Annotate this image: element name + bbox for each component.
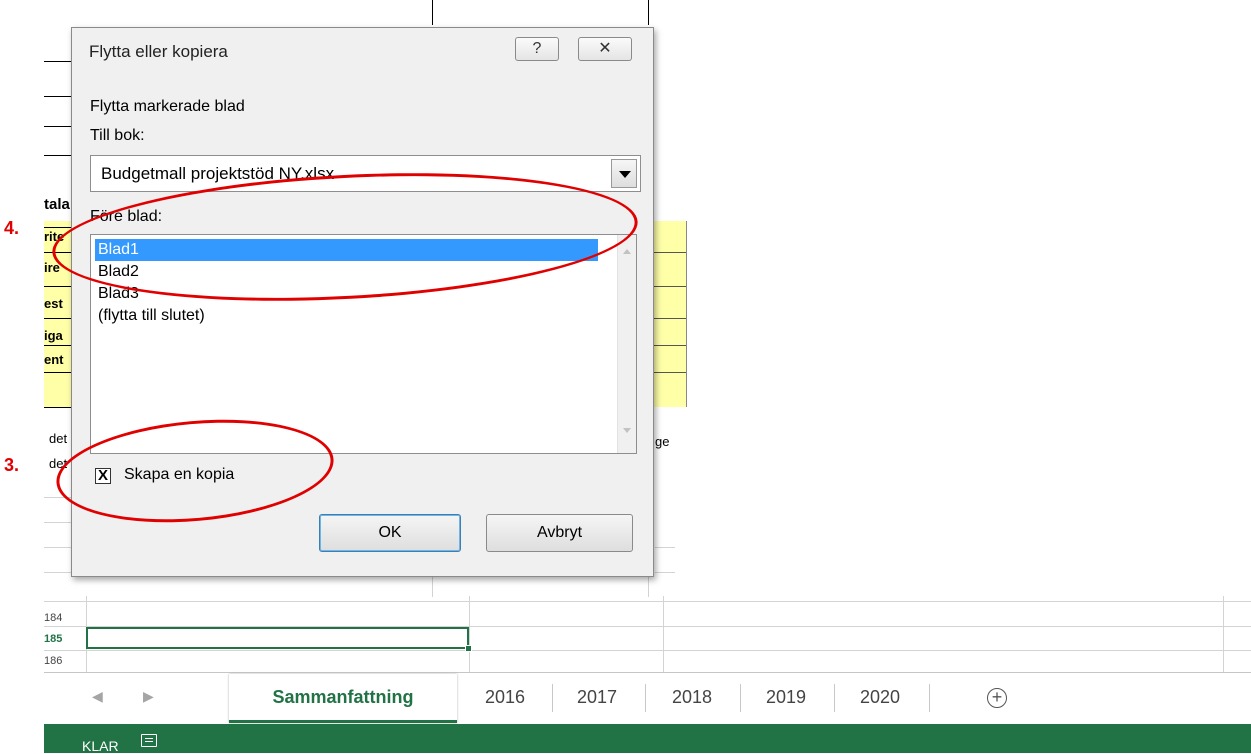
chevron-down-icon[interactable] bbox=[611, 159, 637, 188]
dialog-heading: Flytta markerade blad bbox=[90, 98, 245, 115]
step-4-annotation: 4. bbox=[4, 218, 20, 238]
cell-border bbox=[686, 221, 687, 407]
help-icon: ? bbox=[532, 40, 542, 57]
cell-border bbox=[654, 286, 686, 287]
tab-scroll-right-icon[interactable]: ▶ bbox=[143, 688, 154, 705]
gridline bbox=[469, 596, 470, 672]
sheet-tab-2018[interactable]: 2018 bbox=[646, 674, 738, 720]
cell-border bbox=[44, 61, 71, 62]
scroll-down-icon[interactable] bbox=[623, 428, 631, 433]
gridline bbox=[44, 601, 1251, 602]
help-button[interactable]: ? bbox=[515, 37, 559, 61]
row-header-active[interactable]: 185 bbox=[44, 633, 86, 645]
status-bar: KLAR bbox=[44, 724, 1251, 754]
gridline bbox=[44, 650, 1251, 651]
list-item-move-to-end[interactable]: (flytta till slutet) bbox=[95, 305, 598, 327]
cell-border bbox=[44, 372, 71, 373]
gridline bbox=[1223, 596, 1224, 672]
cancel-button[interactable]: Avbryt bbox=[486, 514, 633, 552]
gridline bbox=[432, 577, 433, 597]
dialog-title: Flytta eller kopiera bbox=[89, 42, 228, 61]
step-3-annotation: 3. bbox=[4, 455, 20, 475]
cell-border bbox=[654, 252, 686, 253]
sheet-heading-fragment: tala bbox=[44, 196, 70, 213]
gridline bbox=[655, 547, 675, 548]
cell-border bbox=[432, 0, 433, 25]
cell-border bbox=[654, 372, 686, 373]
to-book-label: Till bok: bbox=[90, 127, 145, 144]
cell-border bbox=[44, 96, 71, 97]
close-button[interactable]: ✕ bbox=[578, 37, 632, 61]
status-mode: KLAR bbox=[82, 738, 119, 754]
active-cell[interactable] bbox=[86, 627, 469, 649]
sheet-note-fragment: ge bbox=[655, 434, 670, 449]
tab-scroll-left-icon[interactable]: ◀ bbox=[92, 688, 103, 705]
gridline bbox=[663, 596, 664, 672]
scroll-up-icon[interactable] bbox=[623, 249, 631, 254]
sheet-tab-2019[interactable]: 2019 bbox=[741, 674, 831, 720]
add-sheet-icon[interactable]: + bbox=[987, 688, 1007, 708]
sheet-row-fragment: est bbox=[44, 296, 63, 311]
cell-border bbox=[654, 318, 686, 319]
cell-border bbox=[44, 126, 71, 127]
gridline bbox=[44, 572, 71, 573]
sheet-tab-2017[interactable]: 2017 bbox=[553, 674, 641, 720]
row-header[interactable]: 186 bbox=[44, 655, 86, 667]
cell-border bbox=[44, 286, 71, 287]
sheet-row-fragment: iga bbox=[44, 328, 63, 343]
gridline bbox=[655, 572, 675, 573]
macro-record-icon[interactable] bbox=[141, 734, 157, 747]
close-icon: ✕ bbox=[598, 40, 612, 57]
sheet-tab-sammanfattning[interactable]: Sammanfattning bbox=[229, 674, 457, 723]
fill-handle[interactable] bbox=[465, 645, 472, 652]
sheet-tab-2016[interactable]: 2016 bbox=[461, 674, 549, 720]
cell-border bbox=[654, 345, 686, 346]
gridline bbox=[44, 522, 71, 523]
cell-border bbox=[44, 345, 71, 346]
row-header[interactable]: 184 bbox=[44, 612, 86, 624]
gridline bbox=[648, 577, 649, 597]
sheet-row-fragment: ent bbox=[44, 352, 64, 367]
gridline bbox=[44, 547, 71, 548]
list-scrollbar[interactable] bbox=[617, 235, 636, 453]
cell-border bbox=[648, 0, 649, 25]
sheet-tab-2020[interactable]: 2020 bbox=[835, 674, 925, 720]
tab-separator bbox=[929, 684, 930, 712]
cell-border bbox=[44, 227, 71, 228]
cell-border bbox=[44, 407, 71, 408]
sheet-note-fragment: det bbox=[49, 431, 68, 446]
cell-border bbox=[44, 155, 71, 156]
ok-button[interactable]: OK bbox=[319, 514, 461, 552]
cell-border bbox=[44, 318, 71, 319]
